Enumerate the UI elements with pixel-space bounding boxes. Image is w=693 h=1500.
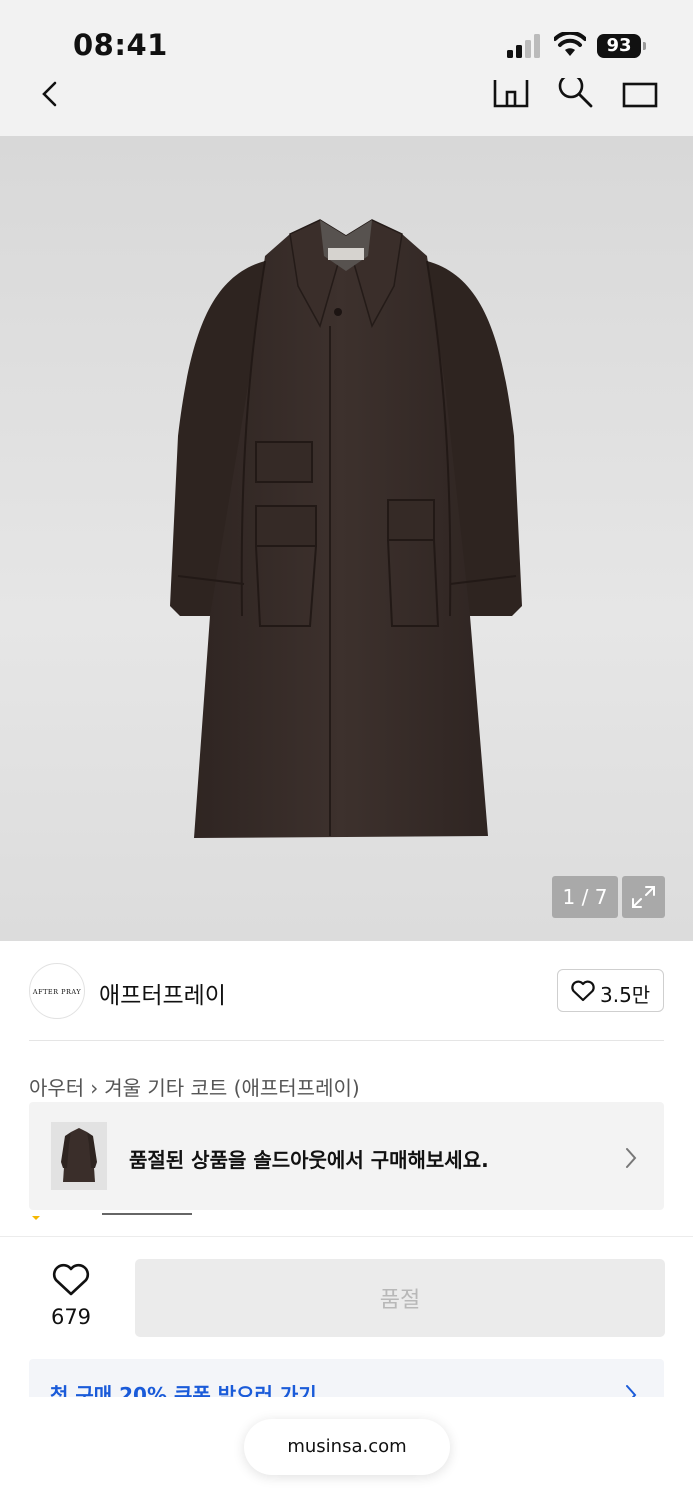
expand-icon [632,886,655,908]
brand-logo[interactable]: AFTER PRAY [29,963,85,1019]
soldout-resale-banner[interactable]: 품절된 상품을 솔드아웃에서 구매해보세요. [29,1102,664,1210]
resale-product-thumbnail [51,1122,107,1190]
brand-like-count: 3.5만 [600,983,651,1007]
wifi-icon [554,32,586,56]
coat-product-image [170,219,522,838]
divider [29,1040,664,1041]
rating-peek [32,1213,192,1220]
back-icon[interactable] [38,80,62,108]
brand-name[interactable]: 애프터프레이 [99,976,226,1010]
status-time: 08:41 [73,28,168,62]
brand-like-button[interactable]: 3.5만 [557,969,664,1012]
wishlist-heart-icon[interactable] [52,1263,90,1297]
first-purchase-coupon-banner[interactable]: 첫 구매 20% 쿠폰 받으러 가기 [29,1359,664,1397]
battery-level: 93 [597,34,641,58]
search-icon[interactable] [556,78,596,108]
heart-icon [571,980,595,1002]
breadcrumb-subcategory[interactable]: 겨울 기타 코트 (애프터프레이) [104,1076,359,1100]
product-image-gallery[interactable]: 1 / 7 [0,136,693,941]
coupon-banner-text: 첫 구매 20% 쿠폰 받으러 가기 [50,1383,317,1397]
chevron-right-icon [626,1148,637,1168]
status-bar: 08:41 93 [0,0,693,70]
breadcrumb-category[interactable]: 아우터 [29,1076,84,1100]
wishlist-count: 679 [50,1305,92,1329]
browser-url-pill[interactable]: musinsa.com [244,1419,450,1475]
soldout-buy-button[interactable]: 품절 [135,1259,665,1337]
top-nav-bar [0,70,693,136]
resale-banner-text: 품절된 상품을 솔드아웃에서 구매해보세요. [129,1148,489,1172]
chevron-right-icon: › [90,1076,99,1100]
cellular-signal-icon [507,34,540,58]
battery-icon: 93 [597,34,647,58]
purchase-bottom-bar: 679 품절 첫 구매 20% 쿠폰 받으러 가기 musinsa.com [0,1236,693,1500]
breadcrumb: 아우터 › 겨울 기타 코트 (애프터프레이) [29,1072,360,1101]
expand-image-button[interactable] [622,876,665,918]
tab-icon[interactable] [622,82,658,108]
image-counter: 1 / 7 [552,876,618,918]
home-icon[interactable] [492,80,530,108]
chevron-right-icon [626,1385,637,1397]
